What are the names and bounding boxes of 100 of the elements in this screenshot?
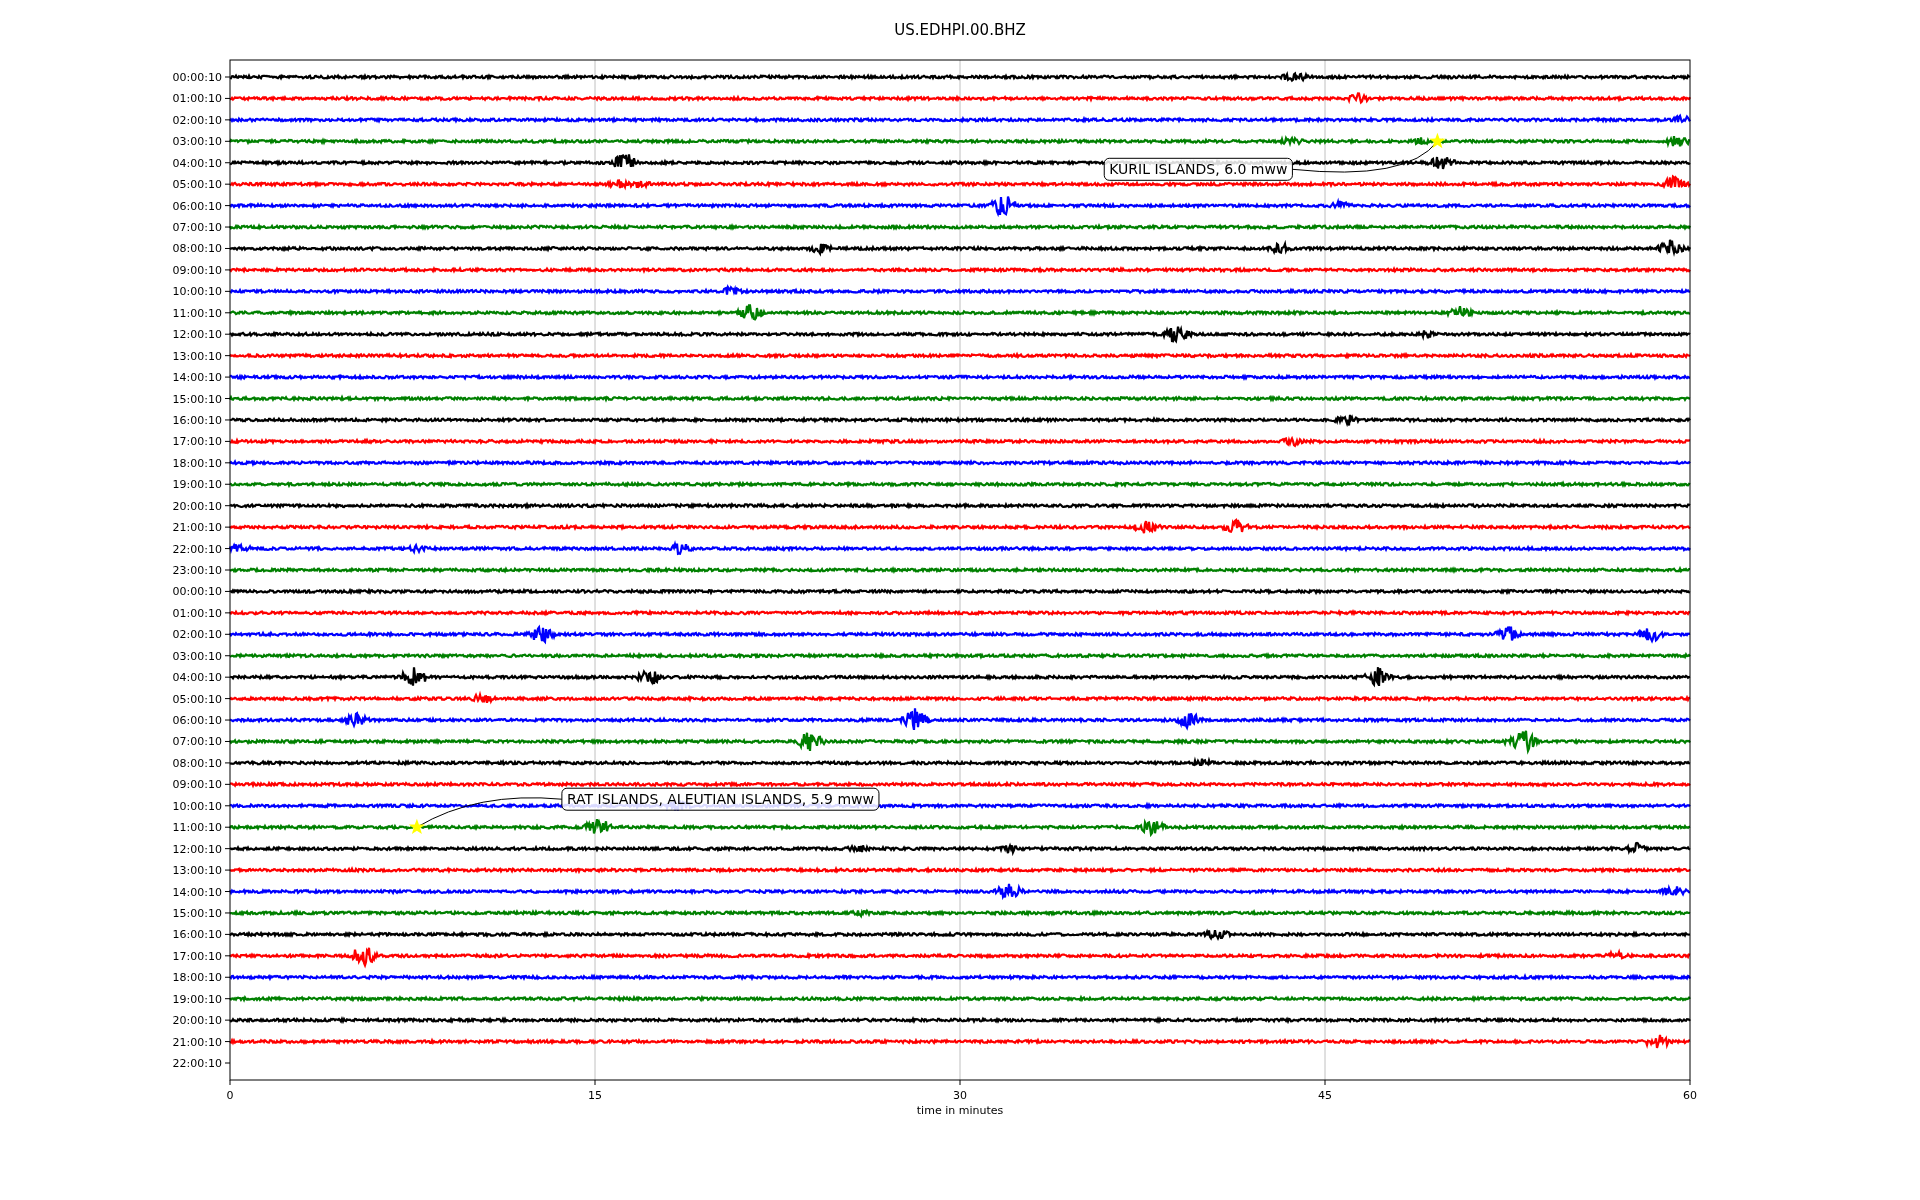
tick-mark (224, 976, 231, 978)
tick-mark (224, 398, 231, 399)
time-label: 08:00:10 (172, 242, 222, 256)
tick-mark (224, 1062, 231, 1064)
time-label: 04:00:10 (172, 156, 222, 170)
time-label: 02:00:10 (172, 113, 222, 127)
time-label: 00:00:10 (172, 71, 222, 84)
tick-mark (224, 741, 231, 742)
time-label: 17:00:10 (172, 435, 222, 449)
time-label: 12:00:10 (172, 842, 222, 856)
tick-mark (224, 1041, 231, 1043)
tick-mark (224, 248, 231, 249)
tick-mark (224, 483, 231, 485)
tick-mark (224, 440, 231, 442)
tick-mark (224, 419, 231, 421)
time-label: 14:00:10 (172, 885, 222, 899)
tick-mark (1689, 1079, 1691, 1086)
time-label: 06:00:10 (172, 199, 222, 213)
tick-mark (224, 762, 231, 764)
time-label: 08:00:10 (172, 756, 222, 770)
time-label: 20:00:10 (172, 1014, 222, 1028)
time-label: 00:00:10 (172, 585, 222, 599)
tick-mark (224, 676, 231, 678)
tick-mark (224, 655, 231, 657)
tick-mark (594, 1079, 596, 1086)
tick-mark (229, 1079, 231, 1086)
time-label: 09:00:10 (172, 263, 222, 277)
tick-mark (224, 183, 231, 185)
time-label: 23:00:10 (172, 564, 222, 577)
x-tick-label: 30 (953, 1089, 967, 1102)
tick-mark (224, 805, 231, 807)
tick-mark (1324, 1079, 1326, 1086)
time-label: 16:00:10 (172, 413, 222, 427)
tick-mark (224, 76, 231, 78)
x-tick-label: 45 (1318, 1089, 1332, 1102)
time-label: 04:00:10 (172, 671, 222, 685)
event-annotation: KURIL ISLANDS, 6.0 mww (1103, 157, 1293, 181)
tick-mark (224, 548, 231, 550)
tick-mark (224, 912, 231, 914)
time-label: 21:00:10 (172, 1035, 222, 1049)
time-label: 01:00:10 (172, 92, 222, 106)
plot-title: US.EDHPI.00.BHZ (894, 21, 1026, 39)
time-label: 18:00:10 (172, 456, 222, 470)
time-label: 16:00:10 (172, 928, 222, 942)
tick-mark (224, 355, 231, 357)
time-label: 06:00:10 (172, 714, 222, 728)
tick-mark (959, 1079, 961, 1086)
tick-mark (224, 783, 231, 785)
tick-mark (224, 269, 231, 271)
tick-mark (224, 333, 231, 335)
x-tick-label: 60 (1683, 1089, 1697, 1102)
tick-mark (224, 205, 231, 207)
tick-mark (224, 848, 231, 850)
tick-mark (224, 97, 231, 99)
tick-mark (224, 998, 231, 1000)
x-axis-label: time in minutes (916, 1104, 1004, 1117)
time-label: 22:00:10 (172, 1057, 222, 1070)
tick-mark (224, 590, 231, 592)
time-label: 05:00:10 (172, 692, 222, 706)
time-label: 11:00:10 (172, 306, 222, 320)
time-label: 18:00:10 (172, 971, 222, 985)
tick-mark (224, 119, 231, 121)
time-label: 09:00:10 (172, 778, 222, 792)
tick-mark (224, 462, 231, 464)
time-label: 02:00:10 (172, 628, 222, 642)
time-label: 03:00:10 (172, 135, 222, 149)
time-label: 15:00:10 (172, 392, 222, 406)
time-label: 11:00:10 (172, 821, 222, 835)
tick-mark (224, 612, 231, 614)
tick-mark (224, 505, 231, 507)
event-annotation: RAT ISLANDS, ALEUTIAN ISLANDS, 5.9 mww (561, 787, 880, 811)
time-label: 12:00:10 (172, 328, 222, 342)
time-label: 15:00:10 (172, 906, 222, 920)
time-label: 07:00:10 (172, 735, 222, 749)
tick-mark (224, 376, 231, 378)
tick-mark (224, 140, 231, 142)
tick-mark (224, 826, 231, 828)
time-label: 14:00:10 (172, 371, 222, 385)
tick-mark (224, 162, 231, 164)
time-label: 07:00:10 (172, 221, 222, 235)
tick-mark (224, 955, 231, 957)
tick-mark (224, 526, 231, 528)
tick-mark (224, 312, 231, 314)
time-label: 19:00:10 (172, 992, 222, 1006)
time-label: 05:00:10 (172, 178, 222, 192)
tick-mark (224, 633, 231, 635)
time-label: 19:00:10 (172, 478, 222, 492)
time-label: 20:00:10 (172, 499, 222, 513)
tick-mark (224, 569, 231, 571)
time-label: 13:00:10 (172, 864, 222, 878)
tick-mark (224, 698, 231, 700)
time-label: 01:00:10 (172, 606, 222, 620)
tick-mark (224, 869, 231, 871)
x-tick-label: 15 (588, 1089, 602, 1102)
time-label: 21:00:10 (172, 521, 222, 535)
time-label: 03:00:10 (172, 649, 222, 663)
time-label: 22:00:10 (172, 542, 222, 556)
tick-mark (224, 1019, 231, 1021)
tick-mark (224, 226, 231, 228)
tick-mark (224, 933, 231, 935)
